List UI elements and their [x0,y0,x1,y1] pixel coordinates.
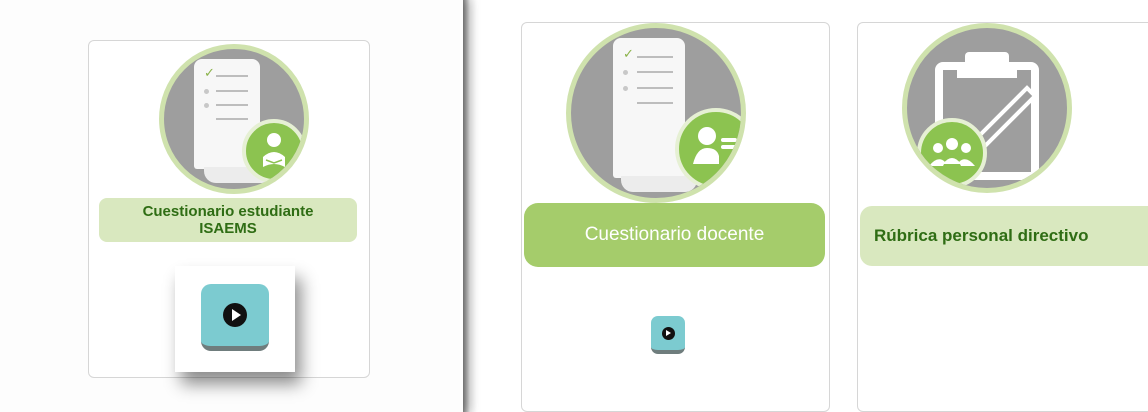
document-student-reading-icon: ✓ [159,44,309,194]
left-screenshot-panel: ✓ Cuestionario estudiante ISAEMS [0,0,477,412]
card-title-line1: Cuestionario estudiante [142,203,314,220]
card-rubrica-personal-directivo[interactable]: Rúbrica personal directivo [857,22,1148,412]
card-cuestionario-docente[interactable]: ✓ Cuestionario docente [521,22,830,412]
play-icon [223,303,247,327]
play-button[interactable] [201,284,269,351]
card-title[interactable]: Cuestionario docente [524,203,825,267]
card-title-line2: ISAEMS [199,220,257,237]
document-teacher-icon: ✓ [566,23,746,203]
group-badge-icon [917,118,987,188]
play-button-frame [175,266,295,372]
card-cuestionario-estudiante[interactable]: ✓ Cuestionario estudiante ISAEMS [88,40,370,378]
card-title[interactable]: Rúbrica personal directivo [860,206,1148,266]
play-icon [661,326,675,340]
card-title[interactable]: Cuestionario estudiante ISAEMS [99,198,357,242]
clipboard-group-icon [902,23,1072,193]
play-button[interactable] [651,316,685,354]
student-reading-badge-icon [242,119,304,183]
document-sheet: ✓ [613,38,685,178]
teacher-badge-icon [675,108,741,190]
